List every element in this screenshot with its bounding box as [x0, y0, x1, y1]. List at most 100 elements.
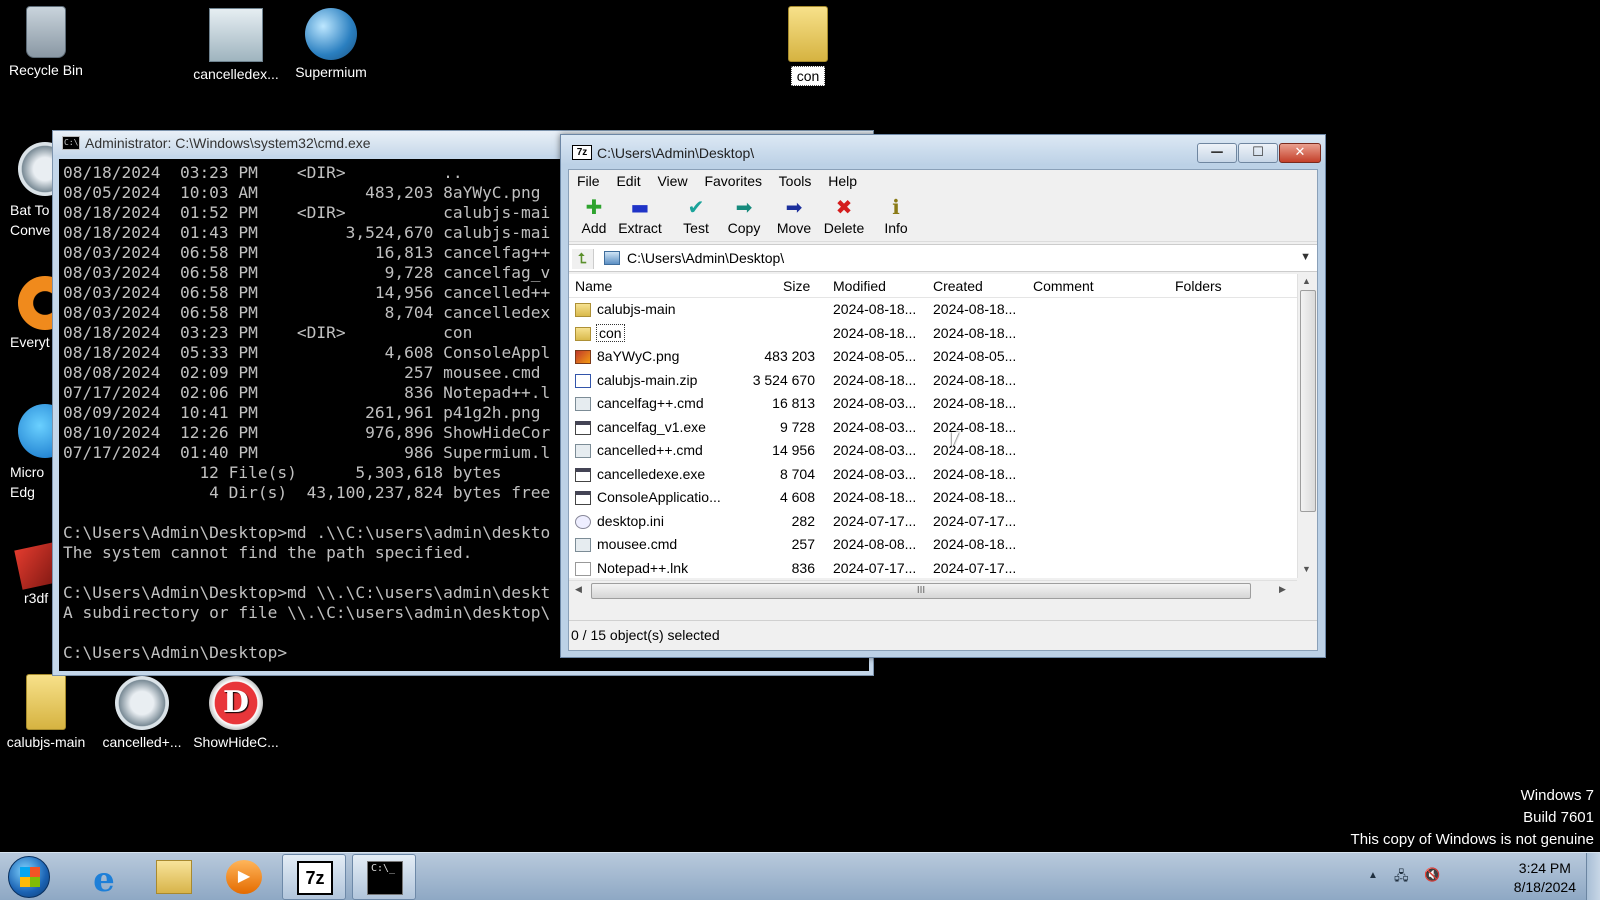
- network-icon[interactable]: 🖧: [1394, 867, 1409, 889]
- cell-modified: 2024-07-17...: [833, 560, 916, 576]
- add-button[interactable]: ✚ Add: [571, 194, 617, 236]
- table-row[interactable]: calubjs-main.zip 3 524 670 2024-08-18... 20…: [569, 369, 1297, 393]
- folder-icon: [26, 674, 66, 730]
- windows-logo-icon: [20, 867, 40, 887]
- chevron-down-icon[interactable]: ▼: [1300, 251, 1311, 263]
- desktop-icon-recycle-bin[interactable]: Recycle Bin: [0, 6, 94, 78]
- application-icon: [209, 8, 263, 62]
- modified-text: 2024-08-05...: [833, 348, 917, 364]
- taskbar-media-player[interactable]: ▶: [212, 854, 276, 900]
- table-row[interactable]: cancelledexe.exe 8 704 2024-08-03... 2024-0…: [569, 463, 1297, 487]
- col-modified[interactable]: Modified: [833, 278, 886, 294]
- info-button[interactable]: ℹ Info: [873, 194, 919, 236]
- watermark-line-3: This copy of Windows is not genuine: [1350, 831, 1594, 848]
- modified-text: 2024-08-18...: [833, 371, 917, 388]
- cell-size: 4 608: [569, 489, 815, 505]
- size-text: 8 704: [779, 465, 815, 482]
- cell-name: con: [596, 323, 625, 342]
- table-row[interactable]: desktop.ini 282 2024-07-17... 2024-07-17...: [569, 510, 1297, 534]
- menu-view[interactable]: View: [657, 173, 687, 189]
- table-row[interactable]: cancelfag++.cmd 16 813 2024-08-03... 2024-0…: [569, 392, 1297, 416]
- scroll-up-icon[interactable]: ▲: [1302, 276, 1311, 286]
- cell-size: 9 728: [569, 419, 815, 435]
- start-button[interactable]: [8, 856, 50, 898]
- scroll-down-icon[interactable]: ▼: [1302, 564, 1311, 574]
- vertical-scrollbar[interactable]: ▲ ▼: [1297, 274, 1317, 578]
- delete-icon: ✖: [835, 195, 853, 219]
- menu-favorites[interactable]: Favorites: [704, 173, 762, 189]
- close-button[interactable]: ✕: [1279, 143, 1321, 163]
- test-button[interactable]: ✔ Test: [673, 194, 719, 236]
- address-input[interactable]: C:\Users\Admin\Desktop\: [627, 250, 784, 266]
- modified-text: 2024-08-03...: [833, 442, 917, 458]
- show-desktop-button[interactable]: [1586, 853, 1600, 900]
- scroll-left-icon[interactable]: ◀: [575, 584, 582, 595]
- minimize-button[interactable]: —: [1197, 143, 1237, 163]
- clock-time: 3:24 PM: [1518, 860, 1571, 876]
- taskbar-cmd[interactable]: C:\_: [352, 854, 416, 900]
- gear-icon: [115, 676, 169, 730]
- col-comment[interactable]: Comment: [1033, 278, 1094, 294]
- table-row[interactable]: ConsoleApplicatio... 4 608 2024-08-18... 20…: [569, 486, 1297, 510]
- taskbar-7zip[interactable]: 7z: [282, 854, 346, 900]
- horizontal-scroll-thumb[interactable]: III: [591, 583, 1251, 599]
- desktop-icon-everything[interactable]: Everyt: [0, 276, 72, 350]
- table-row[interactable]: calubjs-main 2024-08-18... 2024-08-18...: [569, 298, 1297, 322]
- move-button[interactable]: ➡ Move: [771, 194, 817, 236]
- desktop-icon-cancelled-cmd[interactable]: cancelled+...: [94, 676, 190, 750]
- toolbar-label: Extract: [618, 220, 662, 236]
- vertical-scroll-thumb[interactable]: [1300, 290, 1316, 512]
- menu-help[interactable]: Help: [828, 173, 857, 189]
- desktop-icon-showhidec[interactable]: D ShowHideC...: [188, 676, 284, 750]
- table-row[interactable]: con 2024-08-18... 2024-08-18...: [569, 322, 1297, 346]
- col-size[interactable]: Size: [783, 278, 810, 294]
- watermark-line-1: Windows 7: [1520, 787, 1594, 804]
- cell-created: 2024-08-18...: [933, 536, 1016, 552]
- menu-tools[interactable]: Tools: [779, 173, 812, 189]
- menu-file[interactable]: File: [577, 173, 600, 189]
- table-row[interactable]: 8aYWyC.png 483 203 2024-08-05... 2024-08-05…: [569, 345, 1297, 369]
- show-hidden-icons-icon[interactable]: ▲: [1368, 870, 1378, 881]
- clock[interactable]: 3:24 PM 8/18/2024: [1514, 859, 1576, 897]
- 7zip-app-icon: 7z: [572, 145, 592, 160]
- folder-icon: [788, 6, 828, 62]
- desktop-icon-calubjs-main[interactable]: calubjs-main: [0, 674, 94, 750]
- file-list[interactable]: Name Size Modified Created Comment Folde…: [569, 274, 1317, 600]
- copy-button[interactable]: ➡ Copy: [721, 194, 767, 236]
- desktop-icon-cancelledexe[interactable]: cancelledex...: [188, 8, 284, 82]
- cell-created: 2024-08-18...: [933, 325, 1016, 341]
- table-row[interactable]: cancelled++.cmd 14 956 2024-08-03... 2024-0…: [569, 439, 1297, 463]
- maximize-button[interactable]: ☐: [1238, 143, 1278, 163]
- desktop-icon-r3df[interactable]: r3df: [0, 542, 62, 606]
- desktop-icon-bat-to-exe[interactable]: Bat To Conve: [0, 142, 72, 240]
- col-folders[interactable]: Folders: [1175, 278, 1222, 294]
- volume-muted-icon[interactable]: 🔇: [1424, 867, 1440, 883]
- extract-button[interactable]: ▬ Extract: [617, 194, 663, 236]
- col-created[interactable]: Created: [933, 278, 983, 294]
- desktop-icon-edge[interactable]: Micro Edg: [0, 404, 72, 502]
- menu-edit[interactable]: Edit: [616, 173, 640, 189]
- horizontal-scrollbar[interactable]: ◀ III ▶: [569, 580, 1297, 600]
- table-row[interactable]: cancelfag_v1.exe 9 728 2024-08-03... 2024-0…: [569, 416, 1297, 440]
- cell-modified: 2024-08-08...: [833, 536, 916, 552]
- modified-text: 2024-08-18...: [833, 324, 917, 341]
- cell-created: 2024-08-18...: [933, 395, 1016, 411]
- toolbar-label: Delete: [823, 220, 865, 236]
- desktop-icon-supermium[interactable]: Supermium: [283, 8, 379, 80]
- up-folder-icon[interactable]: ⮤: [572, 249, 594, 269]
- scroll-right-icon[interactable]: ▶: [1279, 584, 1286, 595]
- desktop-icon-con[interactable]: con: [760, 6, 856, 89]
- taskbar-file-explorer[interactable]: [142, 854, 206, 900]
- cell-modified: 2024-08-03...: [833, 466, 916, 482]
- col-name[interactable]: Name: [575, 278, 612, 294]
- table-row[interactable]: Notepad++.lnk 836 2024-07-17... 2024-07-17.…: [569, 557, 1297, 581]
- delete-button[interactable]: ✖ Delete: [821, 194, 867, 236]
- cell-created: 2024-08-18...: [933, 372, 1016, 388]
- created-text: 2024-08-18...: [933, 395, 1017, 411]
- 7zip-window[interactable]: 7z C:\Users\Admin\Desktop\ — ☐ ✕ File Ed…: [560, 134, 1326, 658]
- column-headers: Name Size Modified Created Comment Folde…: [569, 274, 1297, 298]
- table-row[interactable]: mousee.cmd 257 2024-08-08... 2024-08-18...: [569, 533, 1297, 557]
- taskbar-internet-explorer[interactable]: e: [72, 854, 136, 900]
- modified-text: 2024-08-03...: [833, 418, 917, 435]
- 7zip-titlebar[interactable]: 7z C:\Users\Admin\Desktop\ — ☐ ✕: [561, 135, 1325, 165]
